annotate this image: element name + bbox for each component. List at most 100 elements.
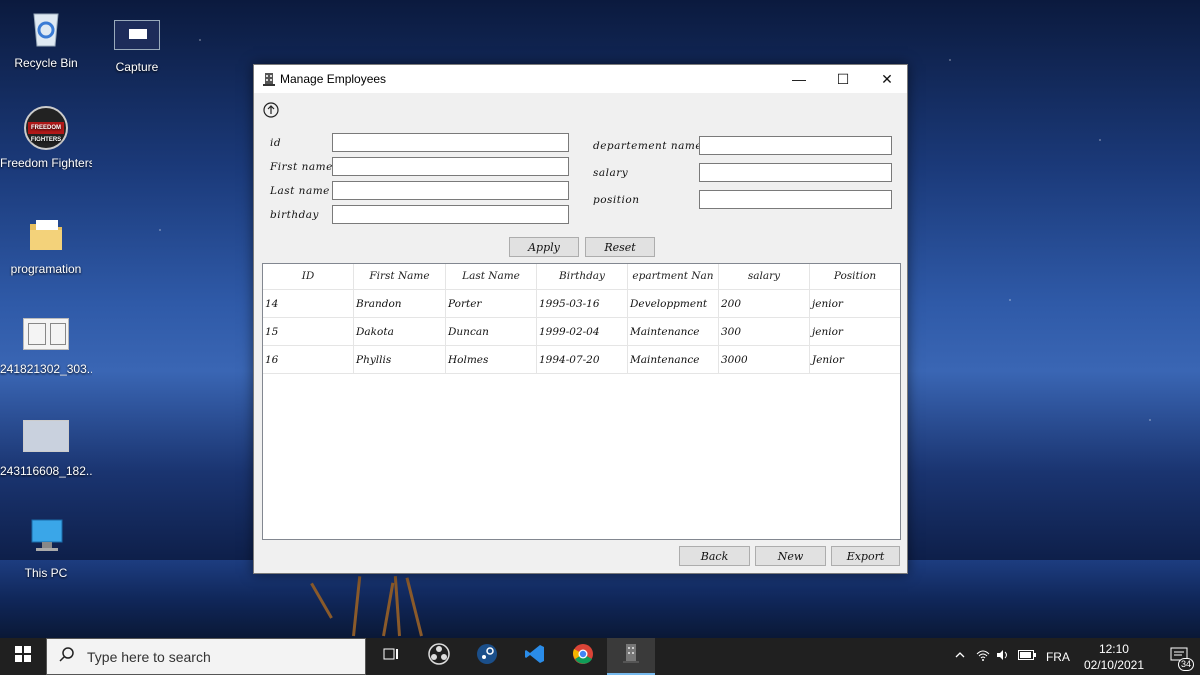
clock[interactable]: 12:10 02/10/2021 [1084, 641, 1144, 673]
cell-id: 15 [263, 318, 354, 345]
folder-icon [24, 212, 68, 256]
chrome-icon [572, 643, 594, 670]
column-header-birthday[interactable]: Birthday [537, 264, 628, 289]
desktop-icon-label: 241821302_303... [0, 362, 92, 376]
close-button[interactable]: ✕ [865, 65, 909, 93]
taskbar-app-obs[interactable] [415, 638, 463, 675]
cell-birthday: 1995-03-16 [537, 290, 628, 317]
search-placeholder: Type here to search [87, 648, 211, 665]
start-button[interactable] [0, 638, 46, 675]
taskbar-app-chrome[interactable] [559, 638, 607, 675]
birthday-input[interactable] [332, 205, 569, 224]
taskbar-app-steam[interactable] [463, 638, 511, 675]
position-input[interactable] [699, 190, 892, 209]
department-input[interactable] [699, 136, 892, 155]
id-input[interactable] [332, 133, 569, 152]
last-name-label: Last name [270, 185, 330, 197]
cell-last-name: Duncan [446, 318, 537, 345]
computer-icon [24, 516, 68, 560]
cell-id: 14 [263, 290, 354, 317]
cell-last-name: Porter [446, 290, 537, 317]
desktop-icon-recycle-bin[interactable]: Recycle Bin [0, 6, 92, 70]
desktop-icon-label: Freedom Fighters [0, 156, 92, 170]
taskbar: Type here to search FRA 12:10 02/10/2021… [0, 638, 1200, 675]
cell-first-name: Dakota [354, 318, 446, 345]
task-view-icon [383, 646, 399, 667]
upload-icon[interactable] [263, 102, 279, 123]
desktop-icon-this-pc[interactable]: This PC [0, 516, 92, 580]
column-header-salary[interactable]: salary [719, 264, 810, 289]
vscode-icon [524, 643, 546, 670]
cell-birthday: 1999-02-04 [537, 318, 628, 345]
system-tray: FRA 12:10 02/10/2021 34 [954, 638, 1200, 675]
column-header-id[interactable]: ID [263, 264, 354, 289]
column-header-position[interactable]: Position [810, 264, 900, 289]
department-label: departement name [593, 140, 703, 152]
taskbar-search-box[interactable]: Type here to search [46, 638, 366, 675]
cell-id: 16 [263, 346, 354, 373]
salary-label: salary [593, 167, 629, 179]
cell-salary: 200 [719, 290, 810, 317]
title-bar[interactable]: Manage Employees — ☐ ✕ [254, 65, 907, 93]
first-name-label: First name [270, 161, 333, 173]
desktop-icon-freedom-fighters[interactable]: FREEDOM FIGHTERS Freedom Fighters [0, 106, 92, 170]
manage-employees-window: Manage Employees — ☐ ✕ id First name Las… [253, 64, 908, 574]
reset-button[interactable]: Reset [585, 237, 655, 257]
cell-position: Jenior [812, 354, 844, 366]
desktop-icon-label: 243116608_182... [0, 464, 92, 478]
first-name-input[interactable] [332, 157, 569, 176]
recycle-bin-icon [24, 6, 68, 50]
obs-icon [428, 643, 450, 670]
position-label: position [593, 194, 640, 206]
volume-icon[interactable] [996, 649, 1010, 664]
table-header: ID First Name Last Name Birthday epartme… [263, 264, 900, 290]
clock-date: 02/10/2021 [1083, 657, 1144, 672]
desktop-icon-image-1[interactable]: 241821302_303... [0, 318, 92, 376]
column-header-department[interactable]: epartment Nan [628, 264, 719, 289]
taskbar-app-vscode[interactable] [511, 638, 559, 675]
document-thumbnail-icon [23, 318, 69, 350]
desktop-icon-label: Capture [115, 60, 159, 74]
game-logo-icon: FREEDOM FIGHTERS [24, 106, 68, 150]
salary-input[interactable] [699, 163, 892, 182]
new-button[interactable]: New [755, 546, 826, 566]
task-view-button[interactable] [367, 638, 415, 675]
window-title: Manage Employees [280, 72, 387, 86]
notification-count-badge: 34 [1177, 658, 1194, 671]
desktop-icon-programation[interactable]: programation [0, 212, 92, 276]
building-icon [621, 642, 641, 669]
cell-salary: 3000 [719, 346, 810, 373]
cell-first-name: Brandon [354, 290, 446, 317]
cell-salary: 300 [719, 318, 810, 345]
image-file-icon [114, 20, 160, 50]
last-name-input[interactable] [332, 181, 569, 200]
search-icon [59, 646, 75, 667]
table-row[interactable]: 14 Brandon Porter 1995-03-16 Developpmen… [263, 290, 900, 318]
column-header-last-name[interactable]: Last Name [446, 264, 537, 289]
column-header-first-name[interactable]: First Name [354, 264, 446, 289]
minimize-button[interactable]: — [777, 65, 821, 93]
table-row[interactable]: 16 Phyllis Holmes 1994-07-20 Maintenance… [263, 346, 900, 374]
id-label: id [270, 137, 282, 149]
chevron-up-icon[interactable] [954, 649, 966, 664]
maximize-button[interactable]: ☐ [821, 65, 865, 93]
steam-icon [476, 643, 498, 670]
wifi-icon[interactable] [976, 649, 990, 664]
birthday-label: birthday [270, 209, 319, 221]
employees-table[interactable]: ID First Name Last Name Birthday epartme… [262, 263, 901, 540]
cell-birthday: 1994-07-20 [537, 346, 628, 373]
desktop-icon-label: This PC [24, 566, 68, 580]
cell-last-name: Holmes [446, 346, 537, 373]
table-row[interactable]: 15 Dakota Duncan 1999-02-04 Maintenance … [263, 318, 900, 346]
desktop-icon-image-2[interactable]: 243116608_182... [0, 420, 92, 478]
export-button[interactable]: Export [831, 546, 900, 566]
language-indicator[interactable]: FRA [1046, 650, 1070, 664]
cell-department: Maintenance [628, 318, 719, 345]
desktop-icon-capture[interactable]: Capture [91, 20, 183, 74]
taskbar-app-manage-employees[interactable] [607, 638, 655, 675]
back-button[interactable]: Back [679, 546, 750, 566]
notification-center-button[interactable]: 34 [1164, 638, 1194, 675]
cell-department: Developpment [628, 290, 719, 317]
battery-icon[interactable] [1017, 650, 1036, 663]
apply-button[interactable]: Apply [509, 237, 579, 257]
